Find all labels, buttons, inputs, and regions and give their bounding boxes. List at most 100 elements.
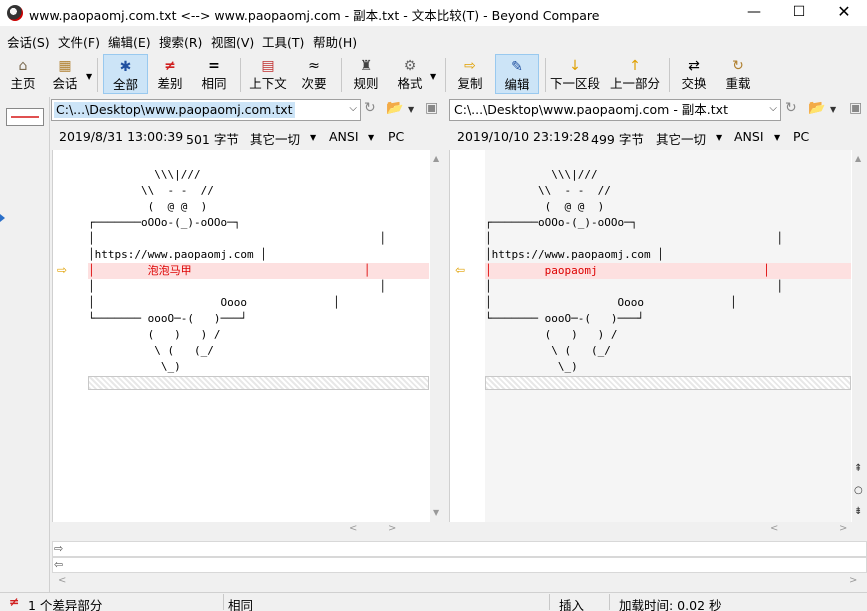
chevron-down-icon[interactable]: ⌵ — [769, 103, 777, 114]
left-horizontal-scrollbar[interactable]: < > — [52, 522, 445, 538]
menu-file[interactable]: 文件(F) — [58, 32, 100, 51]
close-button[interactable]: ✕ — [821, 0, 867, 26]
gear-icon: ⚙ — [403, 58, 417, 74]
left-other-caret-icon[interactable]: ▼ — [310, 133, 316, 142]
scroll-up-icon[interactable]: ▲ — [433, 154, 439, 163]
diff-line: │ paopaomj │ — [485, 263, 851, 279]
right-date: 2019/10/10 23:19:28 — [457, 129, 590, 144]
diffs-button[interactable]: ≠ 差别 — [152, 54, 188, 94]
right-encoding-dropdown[interactable]: ANSI — [734, 129, 764, 144]
right-history-icon[interactable]: ↻ — [785, 100, 797, 116]
copy-to-left-arrow-icon[interactable]: ⇦ — [455, 263, 465, 277]
arrow-left-icon: ⇦ — [54, 558, 64, 571]
session-dropdown-icon[interactable]: ▼ — [86, 72, 92, 81]
right-lineend[interactable]: PC — [793, 129, 809, 144]
scroll-up-icon[interactable]: ▲ — [855, 154, 861, 163]
scroll-right-icon[interactable]: > — [849, 575, 857, 586]
minor-button[interactable]: ≈ 次要 — [296, 54, 332, 94]
home-button[interactable]: ⌂ 主页 — [4, 54, 42, 94]
end-of-file-marker — [485, 376, 851, 390]
right-other-caret-icon[interactable]: ▼ — [716, 133, 722, 142]
scroll-right-icon[interactable]: > — [388, 523, 396, 534]
text-line: \\\|/// — [485, 168, 598, 181]
text-line: \\\|/// — [88, 168, 201, 181]
menu-session[interactable]: 会话(S) — [7, 32, 50, 51]
pencil-icon: ✎ — [511, 59, 523, 75]
scroll-down-icon[interactable]: ▼ — [433, 508, 439, 517]
text-line: ( @ @ ) — [88, 200, 208, 213]
left-save-icon[interactable]: ▣ — [425, 100, 438, 116]
session-button[interactable]: ▦ 会话 — [46, 54, 84, 94]
scroll-left-icon[interactable]: < — [58, 575, 66, 586]
center-control-icon[interactable]: ○ — [854, 485, 863, 496]
left-encoding-dropdown[interactable]: ANSI — [329, 129, 359, 144]
left-encoding-caret-icon[interactable]: ▼ — [368, 133, 374, 142]
format-button[interactable]: ⚙ 格式 — [392, 54, 428, 94]
right-open-folder-icon[interactable]: 📂 — [808, 100, 825, 116]
menu-tools[interactable]: 工具(T) — [262, 32, 304, 51]
same-button[interactable]: = 相同 — [196, 54, 232, 94]
left-path-text[interactable]: C:\...\Desktop\www.paopaomj.com.txt — [54, 102, 295, 118]
equal-icon: = — [208, 58, 220, 74]
menu-view[interactable]: 视图(V) — [211, 32, 254, 51]
menu-search[interactable]: 搜索(R) — [159, 32, 202, 51]
scroll-left-icon[interactable]: < — [770, 523, 778, 534]
swap-button[interactable]: ⇄ 交换 — [676, 54, 712, 94]
overview-thumbnail[interactable] — [6, 108, 44, 126]
minor-label: 次要 — [301, 76, 327, 91]
rules-label: 规则 — [353, 76, 379, 91]
text-line: └─────── oooO─-( )───┘ — [485, 312, 644, 325]
scroll-right-icon[interactable]: > — [839, 523, 847, 534]
left-lineend[interactable]: PC — [388, 129, 404, 144]
right-encoding-caret-icon[interactable]: ▼ — [774, 133, 780, 142]
right-path-text[interactable]: C:\...\Desktop\www.paopaomj.com - 副本.txt — [452, 102, 730, 118]
left-other-dropdown[interactable]: 其它一切 — [250, 129, 300, 148]
minimize-button[interactable]: — — [731, 0, 777, 26]
rules-button[interactable]: ♜ 规则 — [348, 54, 384, 94]
right-line-detail: ⇦ — [52, 557, 867, 573]
menu-edit[interactable]: 编辑(E) — [108, 32, 151, 51]
text-line: │ │ — [88, 280, 387, 293]
context-button[interactable]: ▤ 上下文 — [246, 54, 290, 94]
status-separator — [609, 594, 610, 610]
chevron-down-icon[interactable]: ⌵ — [349, 103, 357, 114]
edit-button[interactable]: ✎ 编辑 — [495, 54, 539, 94]
menu-help[interactable]: 帮助(H) — [313, 32, 357, 51]
end-of-file-marker — [88, 376, 429, 390]
reload-button[interactable]: ↻ 重载 — [720, 54, 756, 94]
next-section-button[interactable]: ↓ 下一区段 — [550, 54, 600, 94]
left-history-icon[interactable]: ↻ — [364, 100, 376, 116]
text-line: │ Oooo │ — [88, 296, 340, 309]
left-vertical-scrollbar[interactable]: ▲ ▼ — [430, 150, 446, 523]
reload-icon: ↻ — [732, 58, 744, 74]
right-horizontal-scrollbar[interactable]: < > — [449, 522, 867, 538]
text-line: \ ( (_/ — [485, 344, 611, 357]
text-line: \\ - - // — [485, 184, 611, 197]
left-text-pane[interactable]: ⇨ \\\|/// \\ - - // ( @ @ ) ┌───────oOOo… — [52, 150, 446, 523]
next-diff-control-icon[interactable]: ⇟ — [854, 506, 862, 517]
left-folder-dropdown-icon[interactable]: ▼ — [408, 105, 414, 114]
right-other-dropdown[interactable]: 其它一切 — [656, 129, 706, 148]
format-dropdown-icon[interactable]: ▼ — [430, 72, 436, 81]
copy-button[interactable]: ⇨ 复制 — [452, 54, 488, 94]
left-text-content[interactable]: \\\|/// \\ - - // ( @ @ ) ┌───────oOOo-(… — [88, 150, 429, 523]
right-text-pane[interactable]: ⇦ \\\|/// \\ - - // ( @ @ ) ┌───────oOOo… — [449, 150, 867, 523]
left-path-combobox[interactable]: C:\...\Desktop\www.paopaomj.com.txt ⌵ — [51, 99, 361, 121]
maximize-button[interactable]: ☐ — [776, 0, 822, 26]
prev-section-button[interactable]: ↑ 上一部分 — [609, 54, 661, 94]
all-button[interactable]: ✱ 全部 — [103, 54, 148, 94]
scroll-left-icon[interactable]: < — [349, 523, 357, 534]
detail-horizontal-scrollbar[interactable]: < > — [52, 574, 867, 590]
right-text-content[interactable]: \\\|/// \\ - - // ( @ @ ) ┌───────oOOo-(… — [485, 150, 851, 523]
right-folder-dropdown-icon[interactable]: ▼ — [830, 105, 836, 114]
left-open-folder-icon[interactable]: 📂 — [386, 100, 403, 116]
prev-diff-control-icon[interactable]: ⇞ — [854, 463, 862, 474]
copy-to-right-arrow-icon[interactable]: ⇨ — [57, 263, 67, 277]
all-label: 全部 — [112, 77, 138, 92]
menu-bar: 会话(S) 文件(F) 编辑(E) 搜索(R) 视图(V) 工具(T) 帮助(H… — [0, 28, 867, 52]
reload-label: 重载 — [725, 76, 751, 91]
left-size: 501 字节 — [186, 132, 239, 147]
right-save-icon[interactable]: ▣ — [849, 100, 862, 116]
right-path-combobox[interactable]: C:\...\Desktop\www.paopaomj.com - 副本.txt… — [449, 99, 781, 121]
toolbar-separator — [240, 58, 241, 92]
